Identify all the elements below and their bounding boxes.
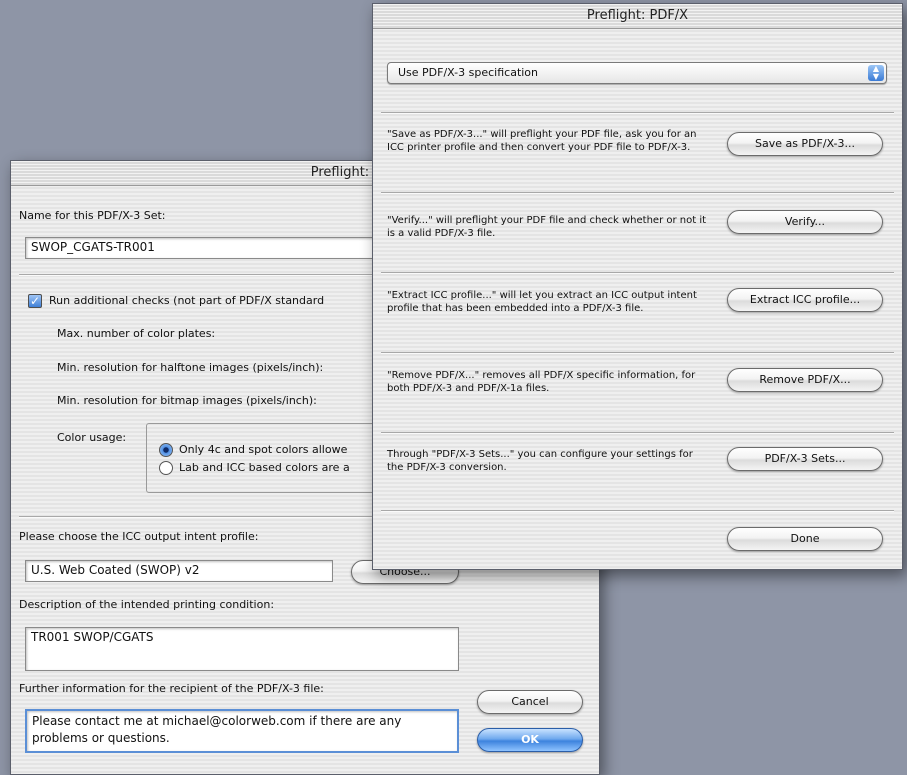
extract-icc-description: "Extract ICC profile..." will let you ex… (387, 290, 697, 314)
color-option-1-radio[interactable] (159, 443, 173, 457)
further-info-label: Further information for the recipient of… (19, 682, 324, 695)
save-as-pdfx3-button[interactable]: Save as PDF/X-3... (727, 132, 883, 156)
updown-arrows-icon: ▲ ▼ (868, 65, 884, 81)
run-checks-label: Run additional checks (not part of PDF/X… (49, 294, 325, 307)
extract-icc-profile-button[interactable]: Extract ICC profile... (727, 288, 883, 312)
pdfx-dialog-titlebar[interactable]: Preflight: PDF/X (373, 4, 902, 29)
pdfx-divider-3 (381, 272, 894, 274)
pdfx-divider-5 (381, 432, 894, 434)
max-plates-label: Max. number of color plates: (57, 327, 216, 340)
color-usage-group (146, 423, 386, 493)
verify-description: "Verify..." will preflight your PDF file… (387, 215, 707, 239)
description-label: Description of the intended printing con… (19, 598, 275, 611)
cancel-button[interactable]: Cancel (477, 690, 583, 714)
spec-popup[interactable]: Use PDF/X-3 specification ▲ ▼ (387, 62, 887, 84)
run-checks-checkbox[interactable]: ✓ (28, 294, 42, 308)
further-info-field[interactable]: Please contact me at michael@colorweb.co… (25, 709, 459, 753)
remove-pdfx-description: "Remove PDF/X..." removes all PDF/X spec… (387, 370, 696, 394)
save-as-description: "Save as PDF/X-3..." will preflight your… (387, 129, 697, 153)
set-name-label: Name for this PDF/X-3 Set: (19, 209, 166, 222)
ok-button[interactable]: OK (477, 728, 583, 752)
pdfx-dialog: Preflight: PDF/X Use PDF/X-3 specificati… (372, 3, 903, 570)
min-halftone-label: Min. resolution for halftone images (pix… (57, 361, 324, 374)
set-name-field[interactable]: SWOP_CGATS-TR001 (25, 237, 385, 259)
description-field[interactable]: TR001 SWOP/CGATS (25, 627, 459, 671)
pdfx-divider-4 (381, 352, 894, 354)
spec-popup-value: Use PDF/X-3 specification (398, 66, 539, 79)
color-option-1-label: Only 4c and spot colors allowe (179, 443, 348, 456)
color-usage-label: Color usage: (57, 431, 127, 444)
remove-pdfx-button[interactable]: Remove PDF/X... (727, 368, 883, 392)
color-option-2-label: Lab and ICC based colors are a (179, 461, 350, 474)
pdfx-divider-6 (381, 510, 894, 512)
icc-profile-label: Please choose the ICC output intent prof… (19, 530, 259, 543)
color-option-2-radio[interactable] (159, 461, 173, 475)
pdfx-divider-2 (381, 192, 894, 194)
verify-button[interactable]: Verify... (727, 210, 883, 234)
min-bitmap-label: Min. resolution for bitmap images (pixel… (57, 394, 317, 407)
pdfx-divider-1 (381, 112, 894, 114)
done-button[interactable]: Done (727, 527, 883, 551)
icc-profile-field[interactable]: U.S. Web Coated (SWOP) v2 (25, 560, 333, 582)
pdfx3-sets-description: Through "PDF/X-3 Sets..." you can config… (387, 449, 693, 473)
pdfx-dialog-title: Preflight: PDF/X (586, 8, 689, 23)
pdfx3-sets-button[interactable]: PDF/X-3 Sets... (727, 447, 883, 471)
